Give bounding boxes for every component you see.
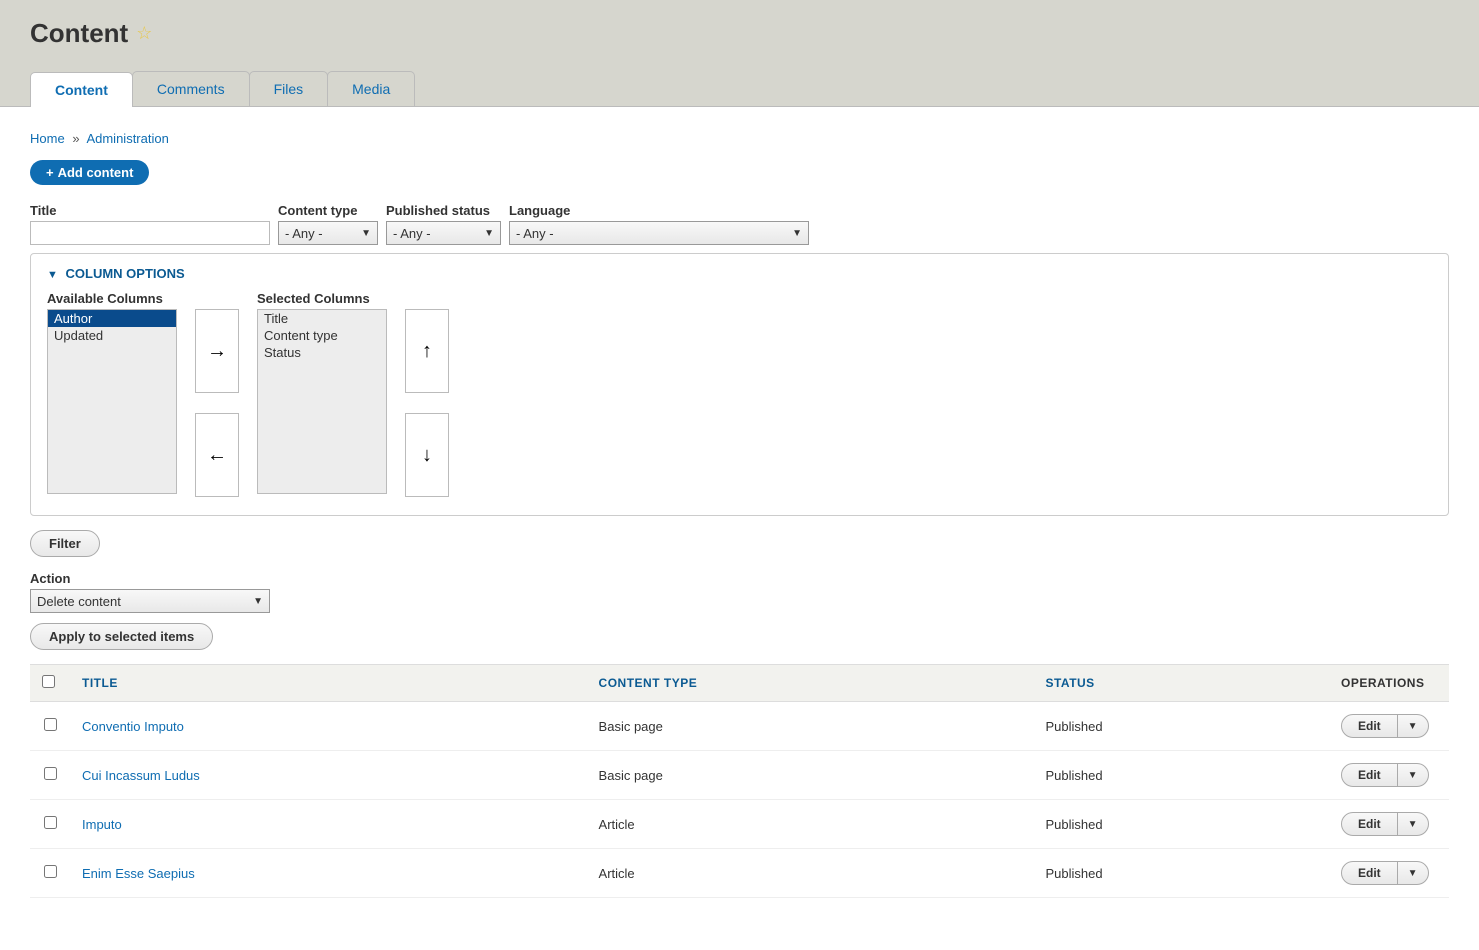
- operations-split-button: Edit▼: [1341, 763, 1429, 787]
- operations-dropdown-toggle[interactable]: ▼: [1398, 862, 1428, 884]
- operations-split-button: Edit▼: [1341, 861, 1429, 885]
- filter-published-status-value: - Any -: [393, 226, 431, 241]
- operations-split-button: Edit▼: [1341, 812, 1429, 836]
- add-content-label: Add content: [58, 165, 134, 180]
- content-type-cell: Article: [587, 800, 1034, 849]
- content-type-cell: Article: [587, 849, 1034, 898]
- column-header-content-type[interactable]: CONTENT TYPE: [587, 665, 1034, 702]
- selected-option-status[interactable]: Status: [258, 344, 386, 361]
- row-checkbox[interactable]: [44, 767, 57, 780]
- selected-option-content-type[interactable]: Content type: [258, 327, 386, 344]
- status-cell: Published: [1033, 849, 1329, 898]
- caret-down-icon: ▼: [792, 228, 802, 239]
- disclosure-down-icon: ▼: [47, 269, 58, 281]
- table-row: Conventio Imputo Basic pagePublished Edit▼: [30, 702, 1449, 751]
- breadcrumb-home[interactable]: Home: [30, 131, 65, 146]
- available-option-updated[interactable]: Updated: [48, 327, 176, 344]
- available-option-author[interactable]: Author: [48, 310, 176, 327]
- filters-row: Title Content type - Any - ▼ Published s…: [30, 203, 1449, 245]
- tab-files[interactable]: Files: [249, 71, 329, 106]
- column-options-panel: ▼ COLUMN OPTIONS Available Columns Autho…: [30, 253, 1449, 516]
- breadcrumb-administration[interactable]: Administration: [86, 131, 168, 146]
- operations-split-button: Edit▼: [1341, 714, 1429, 738]
- breadcrumb-separator: »: [72, 131, 79, 146]
- edit-button[interactable]: Edit: [1342, 813, 1398, 835]
- caret-down-icon: ▼: [361, 228, 371, 239]
- move-up-button[interactable]: ↑: [405, 309, 449, 393]
- edit-button[interactable]: Edit: [1342, 862, 1398, 884]
- caret-down-icon: ▼: [484, 228, 494, 239]
- selected-option-title[interactable]: Title: [258, 310, 386, 327]
- column-options-label: COLUMN OPTIONS: [66, 266, 185, 281]
- filter-button[interactable]: Filter: [30, 530, 100, 557]
- filter-language-select[interactable]: - Any - ▼: [509, 221, 809, 245]
- operations-dropdown-toggle[interactable]: ▼: [1398, 764, 1428, 786]
- status-cell: Published: [1033, 702, 1329, 751]
- content-type-cell: Basic page: [587, 751, 1034, 800]
- page-title: Content: [30, 18, 128, 49]
- move-left-button[interactable]: ←: [195, 413, 239, 497]
- status-cell: Published: [1033, 751, 1329, 800]
- status-cell: Published: [1033, 800, 1329, 849]
- move-right-button[interactable]: →: [195, 309, 239, 393]
- table-row: Cui Incassum Ludus Basic pagePublished Edi…: [30, 751, 1449, 800]
- filter-language-value: - Any -: [516, 226, 554, 241]
- favorite-star-icon[interactable]: ☆: [136, 23, 152, 44]
- table-row: Imputo ArticlePublished Edit▼: [30, 800, 1449, 849]
- filter-title-label: Title: [30, 203, 270, 218]
- breadcrumb: Home » Administration: [30, 131, 1449, 146]
- row-checkbox[interactable]: [44, 718, 57, 731]
- content-title-link[interactable]: Conventio Imputo: [82, 719, 184, 734]
- apply-to-selected-button[interactable]: Apply to selected items: [30, 623, 213, 650]
- tab-comments[interactable]: Comments: [132, 71, 250, 106]
- available-columns-listbox[interactable]: Author Updated: [47, 309, 177, 494]
- selected-columns-listbox[interactable]: Title Content type Status: [257, 309, 387, 494]
- tab-content[interactable]: Content: [30, 72, 133, 107]
- content-type-cell: Basic page: [587, 702, 1034, 751]
- filter-published-status-select[interactable]: - Any - ▼: [386, 221, 501, 245]
- column-header-status[interactable]: STATUS: [1033, 665, 1329, 702]
- tab-media[interactable]: Media: [327, 71, 415, 106]
- content-title-link[interactable]: Enim Esse Saepius: [82, 866, 195, 881]
- action-label: Action: [30, 571, 1449, 586]
- action-select[interactable]: Delete content ▼: [30, 589, 270, 613]
- table-row: Enim Esse Saepius ArticlePublished Edit▼: [30, 849, 1449, 898]
- filter-content-type-value: - Any -: [285, 226, 323, 241]
- filter-content-type-label: Content type: [278, 203, 378, 218]
- operations-dropdown-toggle[interactable]: ▼: [1398, 715, 1428, 737]
- edit-button[interactable]: Edit: [1342, 764, 1398, 786]
- operations-dropdown-toggle[interactable]: ▼: [1398, 813, 1428, 835]
- plus-icon: +: [46, 165, 54, 180]
- select-all-checkbox[interactable]: [42, 675, 55, 688]
- edit-button[interactable]: Edit: [1342, 715, 1398, 737]
- column-options-toggle[interactable]: ▼ COLUMN OPTIONS: [47, 266, 1432, 281]
- move-down-button[interactable]: ↓: [405, 413, 449, 497]
- filter-title-input[interactable]: [30, 221, 270, 245]
- filter-language-label: Language: [509, 203, 809, 218]
- filter-published-status-label: Published status: [386, 203, 501, 218]
- column-header-operations: OPERATIONS: [1329, 665, 1449, 702]
- caret-down-icon: ▼: [253, 596, 263, 607]
- content-title-link[interactable]: Imputo: [82, 817, 122, 832]
- row-checkbox[interactable]: [44, 816, 57, 829]
- add-content-button[interactable]: + Add content: [30, 160, 149, 185]
- content-title-link[interactable]: Cui Incassum Ludus: [82, 768, 200, 783]
- content-table: TITLE CONTENT TYPE STATUS OPERATIONS Con…: [30, 664, 1449, 898]
- selected-columns-label: Selected Columns: [257, 291, 387, 306]
- available-columns-label: Available Columns: [47, 291, 177, 306]
- row-checkbox[interactable]: [44, 865, 57, 878]
- primary-tabs: Content Comments Files Media: [30, 71, 1449, 106]
- column-header-title[interactable]: TITLE: [70, 665, 587, 702]
- filter-content-type-select[interactable]: - Any - ▼: [278, 221, 378, 245]
- action-select-value: Delete content: [37, 594, 121, 609]
